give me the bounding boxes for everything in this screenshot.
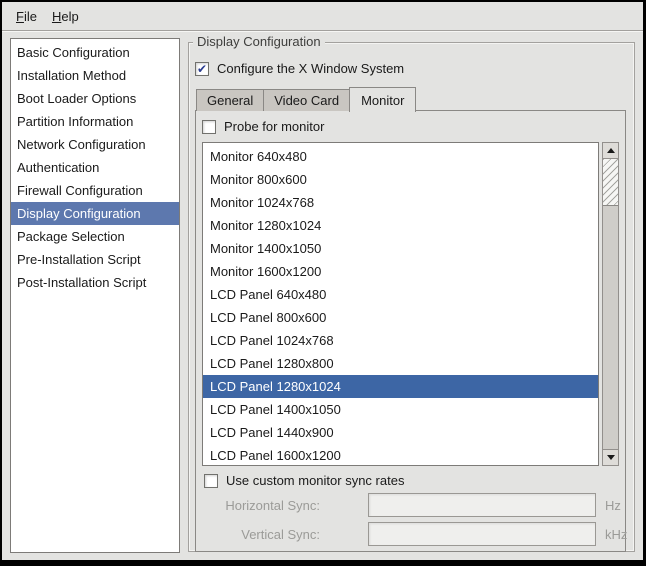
- sidebar-item-package-selection[interactable]: Package Selection: [11, 225, 179, 248]
- sidebar-item-installation-method[interactable]: Installation Method: [11, 64, 179, 87]
- vertical-sync-input[interactable]: [368, 522, 596, 546]
- menu-help[interactable]: Help: [52, 9, 79, 24]
- sidebar-item-post-installation-script[interactable]: Post-Installation Script: [11, 271, 179, 294]
- menu-file[interactable]: File: [16, 9, 37, 24]
- probe-monitor-label: Probe for monitor: [224, 119, 324, 134]
- arrow-up-icon: [607, 148, 615, 153]
- checkbox-box[interactable]: [202, 120, 216, 134]
- horizontal-sync-label: Horizontal Sync:: [202, 498, 320, 513]
- monitor-list-item[interactable]: LCD Panel 1280x1024: [203, 375, 598, 398]
- horizontal-sync-row: Horizontal Sync: Hz: [202, 493, 619, 517]
- frame-title: Display Configuration: [193, 34, 325, 49]
- scroll-up-button[interactable]: [603, 143, 618, 159]
- horizontal-sync-input[interactable]: [368, 493, 596, 517]
- main-panel: Display Configuration Configure the X Wi…: [188, 38, 636, 553]
- checkbox-box[interactable]: [204, 474, 218, 488]
- sidebar-item-firewall-configuration[interactable]: Firewall Configuration: [11, 179, 179, 202]
- monitor-list-item[interactable]: LCD Panel 1024x768: [203, 329, 598, 352]
- vertical-sync-row: Vertical Sync: kHz: [202, 522, 619, 546]
- sidebar-item-network-configuration[interactable]: Network Configuration: [11, 133, 179, 156]
- sidebar-item-basic-configuration[interactable]: Basic Configuration: [11, 41, 179, 64]
- monitor-list-item[interactable]: LCD Panel 1400x1050: [203, 398, 598, 421]
- menubar: File Help: [2, 2, 643, 30]
- monitor-list-item[interactable]: Monitor 1280x1024: [203, 214, 598, 237]
- configure-x-label: Configure the X Window System: [217, 61, 404, 76]
- kickstart-configurator-window: File Help Basic ConfigurationInstallation…: [0, 0, 646, 566]
- monitor-list-item[interactable]: LCD Panel 640x480: [203, 283, 598, 306]
- monitor-tab-panel: Probe for monitor Monitor 640x480Monitor…: [195, 110, 626, 552]
- monitor-list-item[interactable]: Monitor 1600x1200: [203, 260, 598, 283]
- horizontal-sync-unit: Hz: [605, 498, 621, 513]
- custom-sync-label: Use custom monitor sync rates: [226, 473, 404, 488]
- sidebar-item-partition-information[interactable]: Partition Information: [11, 110, 179, 133]
- display-configuration-frame: Display Configuration Configure the X Wi…: [188, 42, 635, 552]
- custom-sync-checkbox[interactable]: Use custom monitor sync rates: [204, 472, 619, 489]
- content-area: Basic ConfigurationInstallation MethodBo…: [2, 32, 643, 560]
- monitor-list: Monitor 640x480Monitor 800x600Monitor 10…: [202, 142, 599, 466]
- tab-general[interactable]: General: [196, 89, 264, 111]
- monitor-list-item[interactable]: LCD Panel 1440x900: [203, 421, 598, 444]
- tab-monitor[interactable]: Monitor: [349, 87, 416, 112]
- arrow-down-icon: [607, 455, 615, 460]
- sidebar-list: Basic ConfigurationInstallation MethodBo…: [10, 38, 180, 553]
- checkbox-box[interactable]: [195, 62, 209, 76]
- monitor-list-item[interactable]: Monitor 800x600: [203, 168, 598, 191]
- configure-x-checkbox[interactable]: Configure the X Window System: [195, 60, 626, 77]
- scrollbar-thumb[interactable]: [603, 159, 618, 206]
- sidebar-item-authentication[interactable]: Authentication: [11, 156, 179, 179]
- monitor-list-item[interactable]: LCD Panel 1600x1200: [203, 444, 598, 466]
- monitor-list-item[interactable]: LCD Panel 800x600: [203, 306, 598, 329]
- sidebar-item-boot-loader-options[interactable]: Boot Loader Options: [11, 87, 179, 110]
- sidebar-item-pre-installation-script[interactable]: Pre-Installation Script: [11, 248, 179, 271]
- monitor-list-item[interactable]: LCD Panel 1280x800: [203, 352, 598, 375]
- monitor-list-scrollbar[interactable]: [602, 142, 619, 466]
- sidebar-item-display-configuration[interactable]: Display Configuration: [11, 202, 179, 225]
- scroll-down-button[interactable]: [603, 449, 618, 465]
- vertical-sync-unit: kHz: [605, 527, 627, 542]
- vertical-sync-label: Vertical Sync:: [202, 527, 320, 542]
- monitor-list-item[interactable]: Monitor 1024x768: [203, 191, 598, 214]
- tab-video-card[interactable]: Video Card: [263, 89, 350, 111]
- tab-bar: GeneralVideo CardMonitor: [195, 87, 626, 111]
- monitor-list-item[interactable]: Monitor 640x480: [203, 145, 598, 168]
- monitor-list-item[interactable]: Monitor 1400x1050: [203, 237, 598, 260]
- probe-monitor-checkbox[interactable]: Probe for monitor: [202, 118, 619, 135]
- scrollbar-trough[interactable]: [603, 206, 618, 449]
- display-notebook: GeneralVideo CardMonitor Probe for monit…: [195, 87, 626, 552]
- monitor-list-area: Monitor 640x480Monitor 800x600Monitor 10…: [202, 142, 619, 466]
